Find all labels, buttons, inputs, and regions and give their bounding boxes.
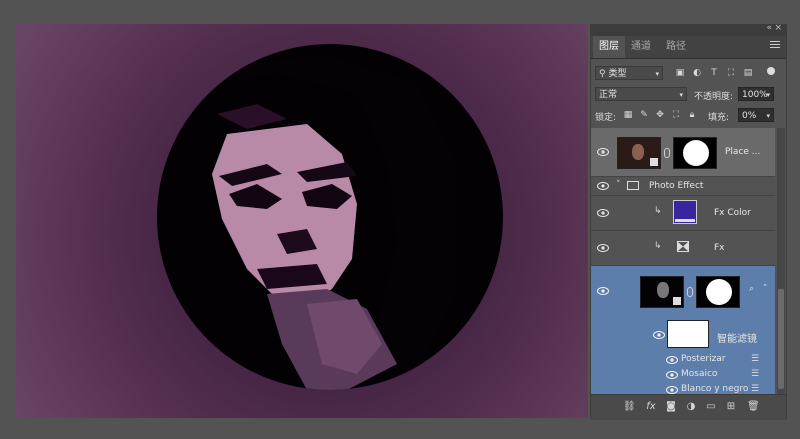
eye-icon[interactable] <box>597 209 609 217</box>
layers-scrollbar-thumb[interactable] <box>778 289 784 389</box>
layer-thumbnail <box>617 137 661 169</box>
collapse-panel-icon[interactable]: « <box>766 23 772 33</box>
filter-options-icon[interactable]: ☰ <box>751 384 759 394</box>
layer-place[interactable]: Place ... <box>591 128 775 177</box>
filter-shape-icon[interactable]: ⛶ <box>726 68 736 78</box>
eye-icon[interactable] <box>653 331 665 339</box>
chevron-down-icon: ▾ <box>766 91 770 99</box>
smart-object-badge <box>650 158 658 166</box>
panel-tabs: 图层 通道 路径 <box>591 36 786 59</box>
clip-arrow-icon: ↳ <box>654 241 662 251</box>
color-fill-thumbnail <box>673 200 697 224</box>
opacity-field[interactable]: 100% ▾ <box>738 87 774 101</box>
link-icon[interactable]: ⛓ <box>623 401 636 413</box>
eye-icon[interactable] <box>666 386 678 394</box>
chevron-down-icon: ▾ <box>766 112 770 120</box>
layer-mask-thumbnail <box>673 137 717 169</box>
move-icon[interactable]: ✥ <box>655 110 665 120</box>
opacity-value: 100% <box>742 90 768 100</box>
layer-mask-thumbnail <box>696 276 740 308</box>
smart-filter-mask-thumbnail <box>667 320 709 348</box>
filter-kind-select[interactable]: ⚲ 类型 ▾ <box>595 66 663 80</box>
trash-icon[interactable]: 🗑︎ <box>747 401 760 413</box>
filter-item[interactable]: Posterizar <box>681 354 726 364</box>
layer-fx[interactable]: ↳ Fx <box>591 231 775 266</box>
tab-channels[interactable]: 通道 <box>625 36 657 58</box>
tab-layers[interactable]: 图层 <box>593 36 625 58</box>
fill-field[interactable]: 0% ▾ <box>738 108 774 122</box>
blend-row: 正常 ▾ 不透明度: 100% ▾ <box>591 85 786 103</box>
document-canvas[interactable] <box>16 24 588 418</box>
blend-mode-value: 正常 <box>599 90 618 100</box>
lock-row: 锁定: ▦ ✎ ✥ ⛶ 🔒︎ 填充: 0% ▾ <box>591 106 786 124</box>
mask-icon[interactable]: ◙ <box>665 401 677 413</box>
layer-smart-object-selected[interactable]: ⌕ ˄ 智能滤镜 Posterizar ☰ Mosaico ☰ Blanco y… <box>591 266 775 395</box>
eye-icon[interactable] <box>666 356 678 364</box>
filter-smartobject-icon[interactable]: ▤ <box>743 68 753 78</box>
fill-label: 填充: <box>708 113 730 123</box>
layer-thumbnail <box>640 276 684 308</box>
filter-kind-value: 类型 <box>608 69 627 79</box>
blend-mode-select[interactable]: 正常 ▾ <box>595 87 687 101</box>
filter-adjustment-icon[interactable]: ◐ <box>692 68 702 78</box>
layer-fx-color[interactable]: ↳ Fx Color <box>591 196 775 231</box>
filter-options-icon[interactable]: ☰ <box>751 354 759 364</box>
filter-options-icon[interactable]: ☰ <box>751 369 759 379</box>
adjustment-layer-icon <box>677 241 689 252</box>
lock-label: 锁定: <box>595 113 617 123</box>
posterized-portrait <box>197 54 457 390</box>
panel-header: « × <box>591 23 786 36</box>
new-layer-icon[interactable]: ⊞ <box>725 401 737 413</box>
chevron-down-icon: ▾ <box>679 91 683 99</box>
lock-transparency-icon[interactable]: ▦ <box>623 110 633 120</box>
smart-filters-label: 智能滤镜 <box>717 334 757 345</box>
panel-menu-icon[interactable] <box>770 41 780 51</box>
layer-group-photo-effect[interactable]: ˅ Photo Effect <box>591 177 775 196</box>
filter-pixel-icon[interactable]: ▣ <box>675 68 685 78</box>
chevron-up-icon[interactable]: ˄ <box>763 284 768 294</box>
smart-filter-toggle-icon[interactable]: ⌕ <box>749 284 754 294</box>
eye-icon[interactable] <box>597 244 609 252</box>
layers-bottom-toolbar: ⛓ fx ◙ ◑ ▭ ⊞ 🗑︎ <box>591 394 786 420</box>
layer-name: Fx Color <box>714 208 751 218</box>
eye-icon[interactable] <box>597 182 609 190</box>
layer-name: Fx <box>714 243 725 253</box>
smart-object-badge <box>673 297 681 305</box>
fx-icon[interactable]: fx <box>645 401 657 413</box>
filter-row: ⚲ 类型 ▾ ▣ ◐ T ⛶ ▤ <box>591 64 786 82</box>
filter-toggle[interactable] <box>767 67 775 75</box>
eye-icon[interactable] <box>666 371 678 379</box>
circle-mask-artwork <box>157 44 503 390</box>
chevron-down-icon: ▾ <box>655 70 659 78</box>
filter-type-icon[interactable]: T <box>709 68 719 78</box>
opacity-label: 不透明度: <box>694 92 734 102</box>
chain-link-icon[interactable] <box>687 287 693 297</box>
eye-icon[interactable] <box>597 287 609 295</box>
filter-item[interactable]: Mosaico <box>681 369 717 379</box>
artboard-lock-icon[interactable]: ⛶ <box>671 110 681 120</box>
clip-arrow-icon: ↳ <box>654 206 662 216</box>
lock-icon[interactable]: 🔒︎ <box>687 110 697 120</box>
layers-panel: « × 图层 通道 路径 ⚲ 类型 ▾ ▣ ◐ T ⛶ ▤ 正常 ▾ 不透明度:… <box>590 23 787 420</box>
layer-name: Place ... <box>725 147 761 157</box>
search-icon: ⚲ <box>599 69 606 79</box>
group-expand-chevron-icon[interactable]: ˅ <box>616 180 621 190</box>
close-panel-icon[interactable]: × <box>774 23 782 33</box>
tab-paths[interactable]: 路径 <box>660 36 692 58</box>
folder-icon <box>627 181 639 190</box>
layer-name: Photo Effect <box>649 181 704 191</box>
adjustment-icon[interactable]: ◑ <box>685 401 697 413</box>
eye-icon[interactable] <box>597 148 609 156</box>
new-group-icon[interactable]: ▭ <box>705 401 717 413</box>
brush-icon[interactable]: ✎ <box>639 110 649 120</box>
chain-link-icon[interactable] <box>664 148 670 158</box>
fill-value: 0% <box>742 111 757 121</box>
filter-item[interactable]: Blanco y negro <box>681 384 748 394</box>
